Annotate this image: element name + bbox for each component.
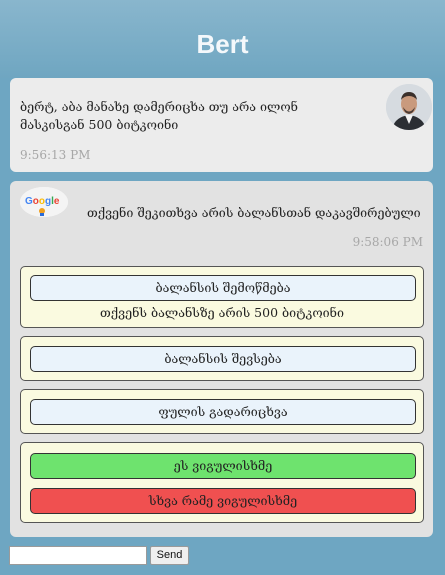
user-avatar (386, 84, 432, 130)
bot-logo: Google (20, 187, 68, 217)
confirm-card: ეს ვიგულისხმე სხვა რამე ვიგულისხმე (20, 442, 424, 523)
balance-topup-button[interactable]: ბალანსის შევსება (30, 346, 416, 372)
balance-check-button[interactable]: ბალანსის შემოწმება (30, 275, 416, 301)
app-title: Bert (196, 29, 249, 59)
bot-message-time: 9:58:06 PM (352, 235, 423, 249)
balance-check-card: ბალანსის შემოწმება თქვენს ბალანსზე არის … (20, 266, 424, 328)
balance-result-text: თქვენს ბალანსზე არის 500 ბიტკოინი (100, 305, 344, 320)
bot-message-text: თქვენი შეკითხვა არის ბალანსთან დაკავშირე… (87, 205, 421, 220)
user-message-time: 9:56:13 PM (20, 148, 91, 162)
user-avatar-icon (386, 84, 432, 130)
message-input[interactable] (9, 546, 147, 565)
user-message: ბერტ, აბა მანახე დამერიცხა თუ არა ილონ მ… (10, 78, 433, 172)
svg-text:Google: Google (25, 196, 60, 207)
user-message-text: ბერტ, აბა მანახე დამერიცხა თუ არა ილონ მ… (20, 99, 298, 132)
send-button[interactable]: Send (150, 546, 189, 565)
app-header: Bert (0, 0, 445, 78)
bot-message: Google თქვენი შეკითხვა არის ბალანსთან და… (10, 181, 433, 537)
google-logo-icon: Google (20, 187, 68, 217)
confirm-yes-button[interactable]: ეს ვიგულისხმე (30, 453, 416, 479)
transfer-button[interactable]: ფულის გადარიცხვა (30, 399, 416, 425)
transfer-card: ფულის გადარიცხვა (20, 389, 424, 434)
balance-topup-card: ბალანსის შევსება (20, 336, 424, 381)
confirm-no-button[interactable]: სხვა რამე ვიგულისხმე (30, 488, 416, 514)
